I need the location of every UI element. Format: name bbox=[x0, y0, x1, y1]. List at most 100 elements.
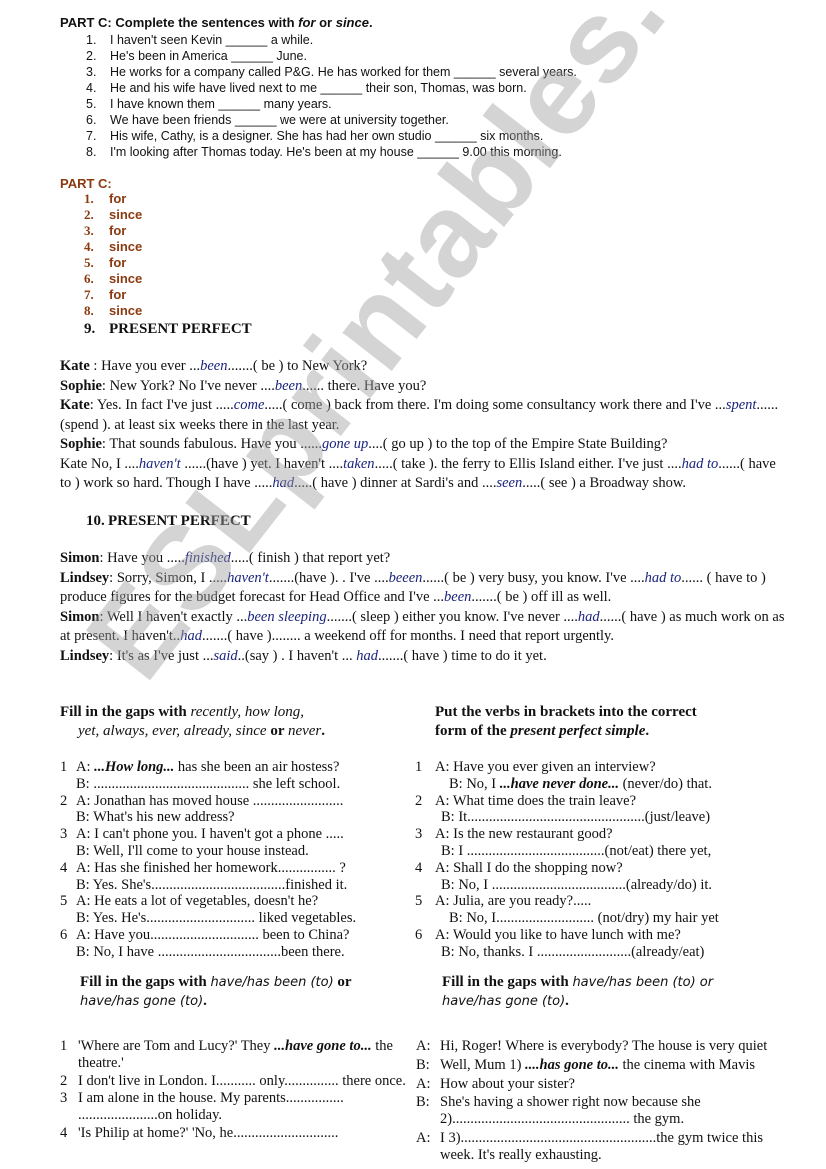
sentence-number: 6. bbox=[86, 113, 97, 127]
item-text: I am alone in the house. My parents.....… bbox=[78, 1090, 344, 1124]
line-a-text: has she been an air hostess? bbox=[174, 759, 340, 775]
line-b-text: B: It...................................… bbox=[441, 809, 711, 826]
dialogue-line: Simon: Well I haven't exactly ...been sl… bbox=[60, 608, 790, 647]
line-a: A: Shall I do the shopping now? bbox=[435, 859, 623, 876]
answer-item: 2. since bbox=[84, 207, 142, 223]
line-b: B: No, I ...............................… bbox=[435, 877, 795, 894]
section-9-dialogue: Kate : Have you ever ...been.......( be … bbox=[60, 357, 790, 494]
line-a-text: A: Has she finished her homework........… bbox=[76, 859, 346, 876]
item-number: 1 bbox=[60, 759, 68, 775]
answer-item: 1. for bbox=[84, 191, 142, 207]
sentence-item: 3. He works for a company called P&G. He … bbox=[86, 64, 577, 80]
been-gone-left-title-bold: Fill in the gaps with bbox=[80, 974, 211, 990]
dialogue-text: ....( go up ) to the top of the Empire S… bbox=[368, 436, 668, 452]
sentence-number: 1. bbox=[86, 33, 97, 47]
line-b: B: It...................................… bbox=[435, 809, 795, 826]
filled-answer: finished bbox=[184, 550, 231, 566]
line-text: She's having a shower right now because … bbox=[440, 1094, 701, 1128]
part-c-title-or: or bbox=[315, 15, 336, 30]
section-10-dialogue: Simon: Have you .....finished.....( fini… bbox=[60, 549, 790, 666]
answer-number: 7. bbox=[84, 287, 94, 302]
sentence-item: 7. His wife, Cathy, is a designer. She ha… bbox=[86, 128, 577, 144]
filled-answer: haven't bbox=[138, 455, 181, 472]
dialogue-text: .......( sleep ) either you know. I've n… bbox=[326, 608, 578, 625]
filled-answer: haven't bbox=[227, 569, 269, 586]
sentence-text: We have been friends ______ we were at u… bbox=[110, 113, 449, 127]
item-number: 5 bbox=[415, 893, 423, 910]
dialogue-line: B: Well, Mum 1) ....has gone to... the ci… bbox=[416, 1057, 796, 1074]
dialogue-line: B: She's having a shower right now becaus… bbox=[416, 1094, 796, 1128]
line-text: Hi, Roger! Where is everybody? The house… bbox=[440, 1038, 768, 1054]
been-gone-exercise-right: Fill in the gaps with have/has been (to)… bbox=[416, 973, 796, 1166]
filled-answer: been bbox=[274, 377, 303, 394]
dialogue-text: .......( have ) time to do it yet. bbox=[377, 647, 547, 664]
item-number: 3 bbox=[60, 1090, 68, 1107]
filled-answer: gone up bbox=[321, 436, 369, 452]
sentence-item: 6. We have been friends ______ we were at… bbox=[86, 112, 577, 128]
sentence-item: 5. I have known them ______ many years. bbox=[86, 96, 577, 112]
exercise-item: 4 A: Shall I do the shopping now? B: No, I… bbox=[415, 860, 795, 894]
line-b: B: No, I........................... (not… bbox=[435, 910, 795, 927]
sentence-text: He's been in America ______ June. bbox=[110, 49, 307, 63]
sentence-text: I'm looking after Thomas today. He's bee… bbox=[110, 145, 562, 159]
answer-value: since bbox=[109, 303, 143, 318]
speaker-name: Simon bbox=[60, 550, 100, 566]
item-body: 'Where are Tom and Lucy?' They ...have g… bbox=[78, 1038, 410, 1072]
line-body: Well, Mum 1) ....has gone to... the cine… bbox=[440, 1057, 796, 1074]
verbs-items: 1 A: Have you ever given an interview? B: … bbox=[415, 759, 795, 961]
filled-answer: been sleeping bbox=[247, 608, 327, 625]
dialogue-line: A: I 3)..................................… bbox=[416, 1130, 796, 1164]
line-b: B: No, I ...have never done... (never/do… bbox=[435, 776, 795, 793]
answer-number: 2. bbox=[84, 207, 94, 222]
filled-answer: had bbox=[272, 475, 295, 491]
line-a: A: Jonathan has moved house ............… bbox=[76, 793, 410, 810]
sentence-number: 4. bbox=[86, 81, 97, 95]
speaker-name: Lindsey bbox=[60, 569, 110, 586]
filled-answer: had to bbox=[644, 569, 682, 586]
line-a-text: A: bbox=[76, 759, 95, 775]
line-b: B: No, I have ..........................… bbox=[76, 943, 345, 960]
part-c-title-for: for bbox=[298, 15, 316, 30]
filled-answer: had bbox=[577, 608, 600, 625]
answer-value: since bbox=[109, 207, 143, 222]
exercise-item: 5 A: Julia, are you ready?..... B: No, I..… bbox=[415, 893, 795, 927]
line-a: A: I can't phone you. I haven't got a ph… bbox=[76, 826, 410, 843]
been-gone-left-title-end: . bbox=[203, 993, 207, 1009]
filled-answer: been bbox=[444, 589, 472, 605]
line-a-text: A: Have you.............................… bbox=[76, 926, 350, 943]
dialogue-text: .....( take ). the ferry to Ellis Island… bbox=[374, 455, 682, 472]
speaker-name: Kate bbox=[60, 397, 90, 413]
dialogue-text: .....( have ) dinner at Sardi's and .... bbox=[294, 475, 497, 491]
adverbs-title-words-3: never bbox=[287, 723, 322, 739]
speaker-label: A: bbox=[416, 1129, 431, 1146]
answer-value: for bbox=[109, 255, 127, 270]
speaker-name: Lindsey bbox=[60, 647, 110, 664]
item-number: 3 bbox=[415, 826, 423, 843]
item-body: I am alone in the house. My parents.....… bbox=[78, 1090, 410, 1124]
been-gone-right-title-bold: Fill in the gaps with bbox=[442, 974, 573, 990]
dialogue-text: : New York? No I've never .... bbox=[101, 377, 275, 394]
dialogue-line: Lindsey: Sorry, Simon, I .....haven't...… bbox=[60, 569, 790, 608]
section-9-title: PRESENT PERFECT bbox=[109, 321, 252, 337]
answer-number: 8. bbox=[84, 303, 94, 318]
part-c-title: PART C: Complete the sentences with for … bbox=[60, 15, 373, 30]
exercise-item: 4 A: Has she finished her homework.......… bbox=[60, 860, 410, 894]
line-b: B: I ...................................… bbox=[435, 843, 795, 860]
exercise-item: 4 'Is Philip at home?' 'No, he...........… bbox=[60, 1125, 410, 1142]
line-a: A: ...How long... has she been an air ho… bbox=[76, 759, 410, 776]
item-body: A: Is the new restaurant good? B: I .....… bbox=[435, 826, 795, 860]
been-gone-exercise-left: Fill in the gaps with have/has been (to)… bbox=[60, 973, 410, 1143]
item-number: 1 bbox=[415, 759, 423, 775]
line-b-text: B: No, I........................... (not… bbox=[449, 910, 719, 927]
dialogue-text: : Yes. In fact I've just ..... bbox=[89, 397, 234, 413]
speaker-label: B: bbox=[416, 1094, 430, 1111]
answer-number: 1. bbox=[84, 191, 94, 206]
item-body: A: Jonathan has moved house ............… bbox=[76, 793, 410, 827]
dialogue-text: Kate No, I .... bbox=[60, 455, 139, 472]
item-body: I don't live in London. I........... onl… bbox=[78, 1073, 410, 1090]
sentence-number: 3. bbox=[86, 65, 97, 79]
line-b: B: Yes. He's............................… bbox=[76, 910, 357, 927]
item-body: A: What time does the train leave? B: It.… bbox=[435, 793, 795, 827]
filled-answer: ...have gone to... bbox=[274, 1038, 372, 1054]
line-a: A: What time does the train leave? bbox=[435, 792, 637, 809]
